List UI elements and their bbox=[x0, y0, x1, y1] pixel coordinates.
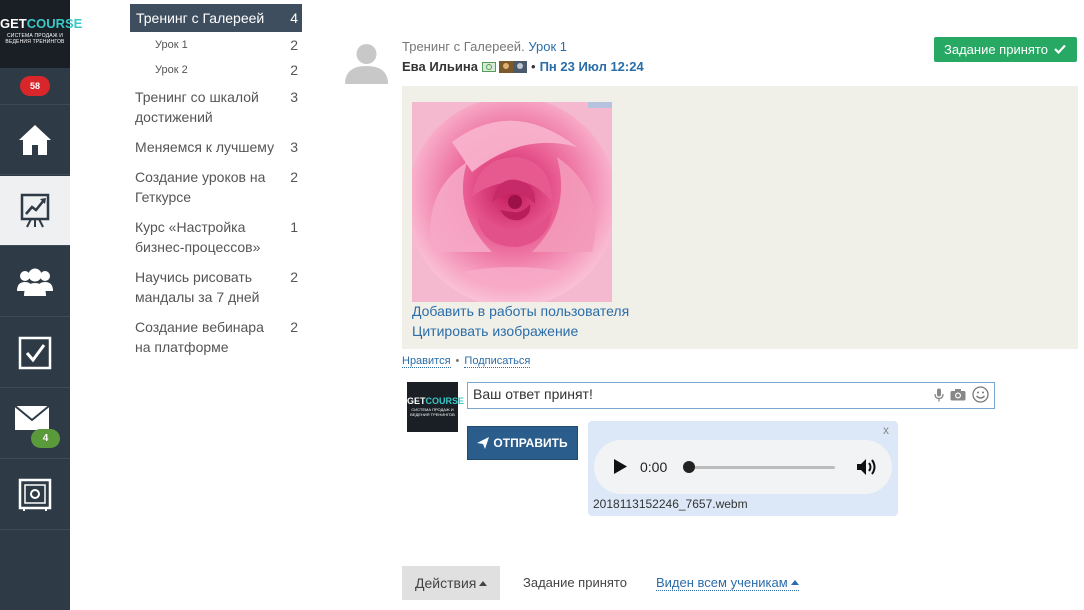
author-row: Ева Ильина • Пн 23 Июл 12:24 bbox=[402, 59, 644, 74]
lesson-item[interactable]: Урок 1 2 bbox=[130, 32, 302, 57]
lesson-title: Тренинг с Галереей bbox=[136, 10, 265, 26]
audio-player: 0:00 bbox=[594, 440, 892, 494]
lesson-count: 3 bbox=[290, 89, 298, 105]
lesson-count: 4 bbox=[290, 10, 298, 26]
audio-close-button[interactable]: x bbox=[883, 423, 889, 437]
audio-progress-track[interactable] bbox=[688, 466, 835, 469]
lesson-item[interactable]: Научись рисовать мандалы за 7 дней 2 bbox=[130, 262, 302, 312]
task-status-text: Задание принято bbox=[523, 575, 627, 590]
lesson-count: 3 bbox=[290, 139, 298, 155]
lesson-item[interactable]: Создание уроков на Геткурсе 2 bbox=[130, 162, 302, 212]
audio-filename: 2018113152246_7657.webm bbox=[593, 497, 748, 511]
sidebar-item-tasks[interactable] bbox=[0, 318, 70, 388]
reply-avatar: GETCOURSE СИСТЕМА ПРОДАЖ И ВЕДЕНИЯ ТРЕНИ… bbox=[407, 382, 465, 432]
quote-image-link[interactable]: Цитировать изображение bbox=[412, 323, 578, 339]
logo-tagline: СИСТЕМА ПРОДАЖ И ВЕДЕНИЯ ТРЕНИНГОВ bbox=[5, 33, 65, 45]
sidebar-item-trainings[interactable] bbox=[0, 176, 70, 246]
lesson-title: Создание уроков на Геткурсе bbox=[135, 169, 266, 205]
sidebar-item-users[interactable] bbox=[0, 247, 70, 317]
lesson-link[interactable]: Урок 1 bbox=[528, 39, 567, 54]
user-avatar-placeholder[interactable] bbox=[343, 40, 390, 84]
post-date[interactable]: Пн 23 Июл 12:24 bbox=[540, 59, 644, 74]
sidebar: GETCOURSE СИСТЕМА ПРОДАЖ И ВЕДЕНИЯ ТРЕНИ… bbox=[0, 0, 83, 610]
lesson-item[interactable]: Создание вебинара на платформе 2 bbox=[130, 312, 302, 362]
lesson-count: 1 bbox=[290, 219, 298, 235]
notifications-badge[interactable]: 58 bbox=[20, 76, 50, 96]
caret-up-icon-2 bbox=[790, 580, 799, 585]
lesson-count: 2 bbox=[290, 169, 298, 185]
post-training-line: Тренинг с Галереей. Урок 1 bbox=[402, 39, 567, 54]
lesson-count: 2 bbox=[290, 319, 298, 335]
lesson-title: Тренинг со шкалой достижений bbox=[135, 89, 259, 125]
task-accepted-button[interactable]: Задание принято bbox=[934, 37, 1077, 62]
author-date-separator: • bbox=[531, 59, 536, 74]
post-content: Добавить в работы пользователя Цитироват… bbox=[402, 86, 1078, 349]
lessons-list: Тренинг с Галереей 4 Урок 1 2 Урок 2 2 Тренинг… bbox=[130, 4, 302, 362]
smiley-icon[interactable] bbox=[972, 386, 989, 408]
reply-avatar-tagline: СИСТЕМА ПРОДАЖ И ВЕДЕНИЯ ТРЕНИНГОВ bbox=[410, 407, 455, 417]
notifications-row[interactable]: 58 bbox=[0, 68, 70, 105]
lesson-title: Урок 1 bbox=[155, 39, 188, 51]
sidebar-item-safe[interactable] bbox=[0, 460, 70, 530]
logo[interactable]: GETCOURSE СИСТЕМА ПРОДАЖ И ВЕДЕНИЯ ТРЕНИ… bbox=[0, 0, 83, 68]
reactions-separator: • bbox=[455, 355, 460, 367]
lesson-title: Меняемся к лучшему bbox=[135, 139, 275, 155]
post-reactions: Нравится • Подписаться bbox=[402, 355, 531, 368]
lesson-title: Создание вебинара на платформе bbox=[135, 319, 264, 355]
microphone-icon[interactable] bbox=[934, 388, 944, 407]
visibility-dropdown[interactable]: Виден всем ученикам bbox=[656, 575, 799, 591]
chart-board-icon bbox=[20, 193, 50, 227]
lesson-count: 2 bbox=[290, 269, 298, 285]
camera-icon[interactable] bbox=[950, 388, 966, 406]
lesson-item[interactable]: Урок 2 2 bbox=[130, 57, 302, 82]
audio-attachment: x 0:00 2018113152246_7657.webm bbox=[588, 421, 898, 516]
social-avatar-icon-2 bbox=[513, 60, 528, 73]
lesson-item[interactable]: Меняемся к лучшему 3 bbox=[130, 132, 302, 162]
caret-up-icon bbox=[479, 581, 488, 586]
reply-avatar-brand: GETCOURSE bbox=[407, 396, 465, 406]
lesson-title: Курс «Настройка бизнес-процессов» bbox=[135, 219, 261, 255]
lesson-item[interactable]: Тренинг с Галереей 4 bbox=[130, 4, 302, 32]
lesson-item[interactable]: Курс «Настройка бизнес-процессов» 1 bbox=[130, 212, 302, 262]
logo-brand: GETCOURSE bbox=[0, 16, 83, 31]
send-button[interactable]: ОТПРАВИТЬ bbox=[467, 426, 578, 460]
lesson-count: 2 bbox=[290, 62, 298, 78]
actions-dropdown[interactable]: Действия bbox=[402, 566, 500, 600]
volume-icon[interactable] bbox=[856, 457, 878, 477]
messages-badge: 4 bbox=[31, 429, 60, 448]
training-name: Тренинг с Галереей. bbox=[402, 39, 525, 54]
reply-input[interactable]: Ваш ответ принят! bbox=[467, 382, 995, 409]
subscribe-link[interactable]: Подписаться bbox=[464, 355, 531, 368]
money-icon bbox=[482, 61, 497, 72]
actions-label: Действия bbox=[415, 575, 477, 591]
mail-icon bbox=[14, 404, 50, 430]
sidebar-item-messages[interactable]: 4 bbox=[0, 389, 70, 459]
audio-progress-knob[interactable] bbox=[683, 461, 695, 473]
users-icon bbox=[17, 268, 53, 296]
input-tools bbox=[928, 386, 989, 408]
lesson-count: 2 bbox=[290, 37, 298, 53]
lesson-title: Научись рисовать мандалы за 7 дней bbox=[135, 269, 260, 305]
home-icon bbox=[19, 124, 51, 155]
sidebar-item-home[interactable] bbox=[0, 105, 70, 175]
checkbox-icon bbox=[18, 336, 52, 369]
task-accepted-label: Задание принято bbox=[944, 42, 1048, 57]
social-avatar-icon bbox=[499, 60, 514, 73]
lesson-item[interactable]: Тренинг со шкалой достижений 3 bbox=[130, 82, 302, 132]
audio-time: 0:00 bbox=[640, 459, 668, 475]
app-root: GETCOURSE СИСТЕМА ПРОДАЖ И ВЕДЕНИЯ ТРЕНИ… bbox=[0, 0, 1084, 610]
paper-plane-icon bbox=[477, 437, 490, 449]
author-name[interactable]: Ева Ильина bbox=[402, 59, 478, 74]
play-icon[interactable] bbox=[614, 459, 627, 474]
send-label: ОТПРАВИТЬ bbox=[493, 436, 568, 450]
rose-image[interactable] bbox=[412, 102, 612, 302]
like-link[interactable]: Нравится bbox=[402, 355, 451, 368]
checkmark-icon bbox=[1053, 44, 1066, 55]
add-to-works-link[interactable]: Добавить в работы пользователя bbox=[412, 303, 629, 319]
visibility-label: Виден всем ученикам bbox=[656, 575, 788, 590]
safe-icon bbox=[18, 478, 52, 511]
lesson-title: Урок 2 bbox=[155, 64, 188, 76]
